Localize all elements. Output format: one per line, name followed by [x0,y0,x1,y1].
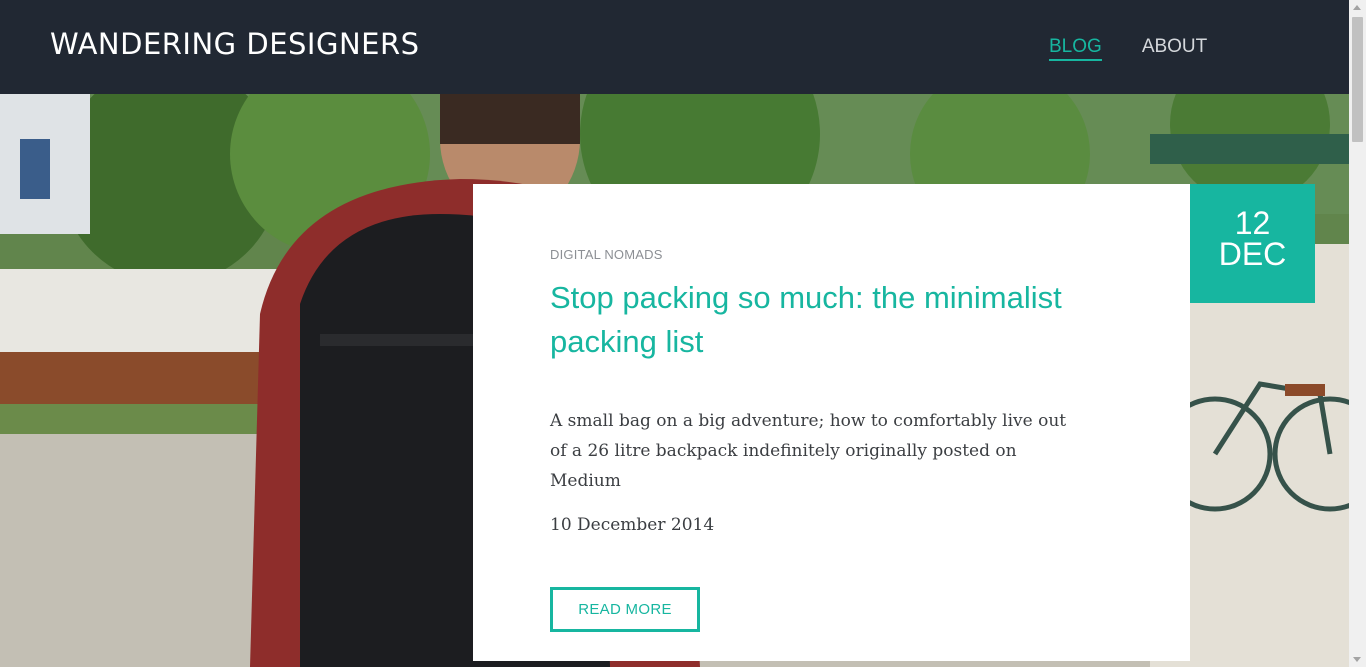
date-badge-month: DEC [1218,236,1287,272]
read-more-button[interactable]: READ MORE [550,587,700,632]
post-excerpt: A small bag on a big adventure; how to c… [550,411,1067,491]
post-title[interactable]: Stop packing so much: the minimalist pac… [550,276,1110,364]
post-card: DIGITAL NOMADS Stop packing so much: the… [473,184,1190,661]
nav-item-about[interactable]: ABOUT [1142,36,1207,61]
site-header: WANDERING DESIGNERS BLOG ABOUT [0,0,1349,94]
main-nav: BLOG ABOUT [1049,36,1207,61]
nav-item-blog[interactable]: BLOG [1049,36,1102,61]
scroll-up-arrow-icon[interactable] [1353,5,1361,10]
post-date: 10 December 2014 [550,515,715,535]
vertical-scrollbar[interactable] [1349,0,1366,667]
scroll-down-arrow-icon[interactable] [1353,657,1361,662]
date-badge-day: 12 [1234,205,1271,241]
scrollbar-thumb[interactable] [1352,17,1363,142]
date-badge: 12 DEC [1190,184,1315,303]
post-category[interactable]: DIGITAL NOMADS [550,247,663,262]
site-title[interactable]: WANDERING DESIGNERS [50,27,420,61]
